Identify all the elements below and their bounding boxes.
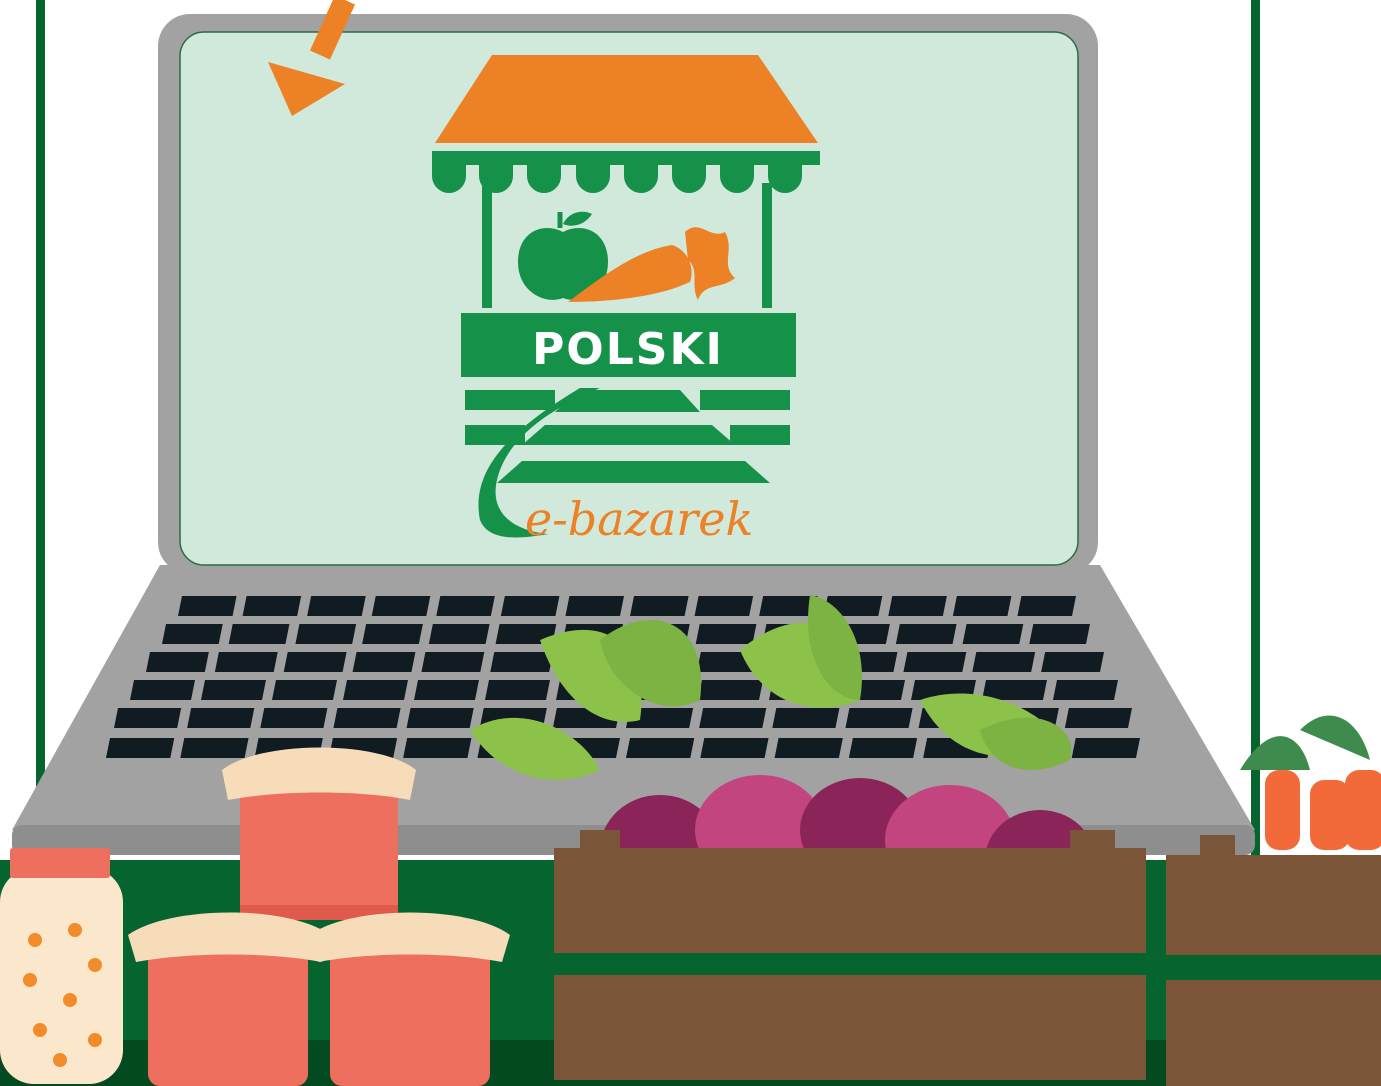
stall-roof bbox=[435, 55, 818, 143]
keyboard-key bbox=[428, 624, 490, 644]
keyboard-key bbox=[130, 680, 195, 700]
keyboard-key bbox=[1071, 738, 1140, 758]
keyboard-key bbox=[699, 708, 767, 728]
keyboard-key bbox=[698, 680, 763, 700]
keyboard-key bbox=[695, 624, 757, 644]
keyboard-key bbox=[343, 680, 408, 700]
keyboard-key bbox=[895, 624, 957, 644]
frame-left-border bbox=[36, 0, 45, 880]
keyboard-key bbox=[214, 652, 278, 672]
keyboard-key bbox=[1053, 680, 1118, 700]
keyboard-key bbox=[272, 680, 337, 700]
keyboard-key bbox=[352, 652, 416, 672]
keyboard-key bbox=[307, 596, 366, 616]
keyboard-key bbox=[982, 680, 1047, 700]
keyboard-key bbox=[888, 596, 947, 616]
keyboard-key bbox=[295, 624, 357, 644]
keyboard-key bbox=[187, 708, 255, 728]
keyboard-key bbox=[371, 596, 431, 616]
keyboard-key bbox=[1041, 652, 1104, 672]
keyboard-key bbox=[952, 596, 1012, 616]
keyboard-key bbox=[260, 708, 328, 728]
keyboard-key bbox=[774, 738, 843, 758]
keyboard-key bbox=[228, 624, 290, 644]
keyboard-key bbox=[146, 652, 209, 672]
jar-bottom-right bbox=[310, 912, 510, 1086]
keyboard-key bbox=[1064, 708, 1132, 728]
jar-left bbox=[0, 848, 123, 1084]
keyboard-key bbox=[845, 708, 913, 728]
keyboard-key bbox=[414, 680, 479, 700]
keyboard-key bbox=[333, 708, 401, 728]
keyboard-key bbox=[114, 708, 182, 728]
keyboard-key bbox=[565, 596, 624, 616]
keyboard-key bbox=[436, 596, 495, 616]
keyboard-key bbox=[972, 652, 1036, 672]
jar-bottom-left bbox=[128, 912, 330, 1086]
keyboard-key bbox=[848, 738, 918, 758]
keyboard-key bbox=[1029, 624, 1090, 644]
keyboard-key bbox=[490, 652, 554, 672]
keyboard-key bbox=[694, 596, 754, 616]
keyboard-key bbox=[772, 708, 840, 728]
keyboard-key bbox=[630, 596, 689, 616]
keyboard-key bbox=[242, 596, 302, 616]
logo-word: POLSKI bbox=[532, 324, 724, 375]
carrots bbox=[1240, 715, 1381, 850]
keyboard-key bbox=[962, 624, 1024, 644]
jar-top bbox=[222, 747, 416, 920]
keyboard-key bbox=[362, 624, 423, 644]
keyboard-key bbox=[201, 680, 266, 700]
keyboard-key bbox=[283, 652, 347, 672]
keyboard-key bbox=[500, 596, 560, 616]
keyboard-key bbox=[485, 680, 550, 700]
keyboard-key bbox=[406, 708, 474, 728]
keyboard-key bbox=[903, 652, 967, 672]
keyboard-key bbox=[421, 652, 485, 672]
keyboard-key bbox=[106, 738, 175, 758]
keyboard-key bbox=[700, 738, 769, 758]
logo-script: e-bazarek bbox=[525, 492, 753, 546]
keyboard-key bbox=[1017, 596, 1076, 616]
keyboard-key bbox=[180, 738, 249, 758]
keyboard-key bbox=[162, 624, 223, 644]
keyboard-key bbox=[626, 738, 695, 758]
keyboard-key bbox=[178, 596, 237, 616]
keyboard-key bbox=[403, 738, 472, 758]
illustration: POLSKI e-bazarek bbox=[0, 0, 1381, 1086]
